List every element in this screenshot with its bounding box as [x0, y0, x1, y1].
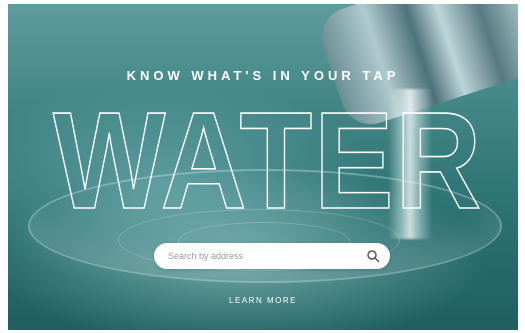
- search-input[interactable]: [168, 248, 358, 264]
- search-icon[interactable]: [366, 249, 380, 263]
- headline-text: WATER: [53, 90, 483, 220]
- hero-headline: WATER: [48, 90, 488, 220]
- headline-svg: WATER: [52, 90, 483, 220]
- hero-tagline: KNOW WHAT'S IN YOUR TAP: [126, 68, 400, 83]
- hero-section: KNOW WHAT'S IN YOUR TAP WATER LEARN MORE: [8, 4, 518, 330]
- address-search-bar[interactable]: [154, 243, 390, 269]
- learn-more-link[interactable]: LEARN MORE: [8, 296, 518, 305]
